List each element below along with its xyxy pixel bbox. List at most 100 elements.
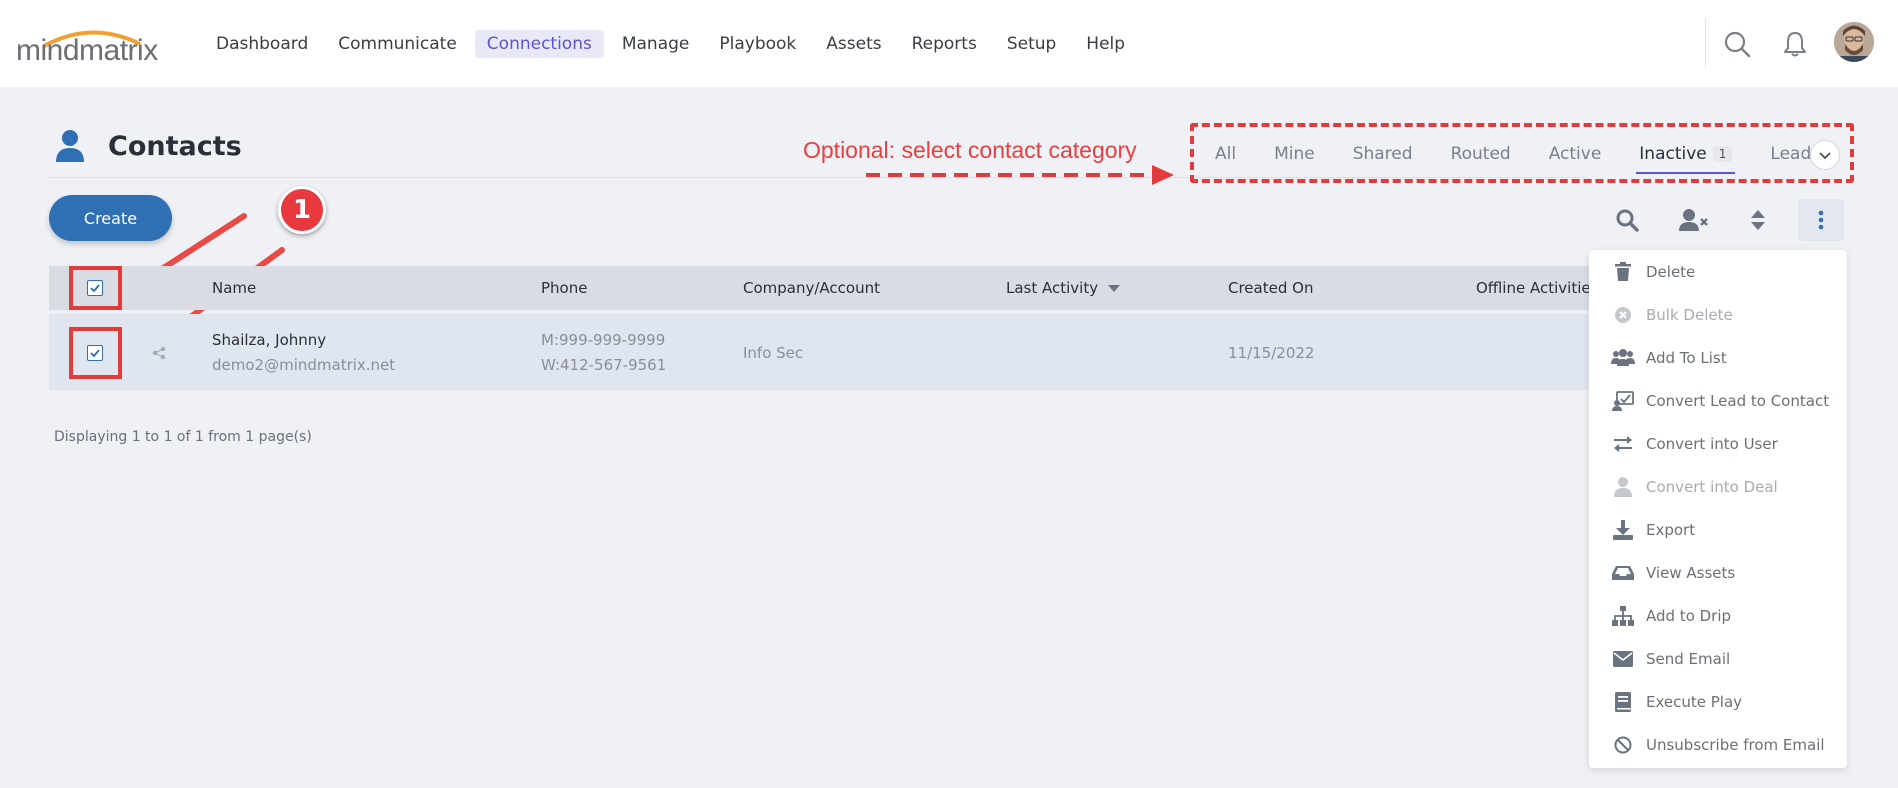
menu-item-label: Export xyxy=(1646,521,1696,539)
chevron-down-icon xyxy=(1819,152,1831,160)
menu-item-bulk-delete[interactable]: Bulk Delete xyxy=(1589,298,1847,332)
tab-label: Shared xyxy=(1352,144,1413,164)
column-header-phone[interactable]: Phone xyxy=(541,279,587,297)
menu-item-label: Convert into Deal xyxy=(1646,478,1778,496)
menu-item-convert-into-deal[interactable]: Convert into Deal xyxy=(1589,470,1847,504)
tab-label: Mine xyxy=(1274,144,1315,164)
tab-all[interactable]: All xyxy=(1196,130,1255,178)
tab-routed[interactable]: Routed xyxy=(1432,130,1530,178)
tab-mine[interactable]: Mine xyxy=(1255,130,1334,178)
menu-item-label: View Assets xyxy=(1646,564,1736,582)
convert-icon xyxy=(1611,389,1635,413)
contact-phone-work: W:412-567-9561 xyxy=(541,356,667,374)
menu-item-label: Execute Play xyxy=(1646,693,1743,711)
nav-item-manage[interactable]: Manage xyxy=(610,30,702,58)
page-title: Contacts xyxy=(108,130,242,162)
menu-item-label: Send Email xyxy=(1646,650,1731,668)
x-circle-icon xyxy=(1611,303,1635,327)
nav-item-dashboard[interactable]: Dashboard xyxy=(204,30,320,58)
menu-item-convert-lead-to-contact[interactable]: Convert Lead to Contact xyxy=(1589,384,1847,418)
search-icon xyxy=(1616,209,1639,232)
search-icon[interactable] xyxy=(1721,28,1753,60)
column-header-created-on[interactable]: Created On xyxy=(1228,279,1313,297)
menu-item-label: Add To List xyxy=(1646,349,1727,367)
user-avatar[interactable] xyxy=(1834,22,1874,62)
mindmatrix-logo[interactable]: mindmatrix xyxy=(16,26,161,67)
menu-item-send-email[interactable]: Send Email xyxy=(1589,642,1847,676)
menu-item-add-to-drip[interactable]: Add to Drip xyxy=(1589,599,1847,633)
contact-created-on: 11/15/2022 xyxy=(1228,344,1315,362)
menu-item-label: Unsubscribe from Email xyxy=(1646,736,1825,754)
sort-button[interactable] xyxy=(1735,199,1781,241)
column-header-company[interactable]: Company/Account xyxy=(743,279,880,297)
actions-dropdown-menu: Delete Bulk Delete Add To List Convert L… xyxy=(1589,250,1847,768)
book-icon xyxy=(1611,690,1635,714)
envelope-icon xyxy=(1611,647,1635,671)
pagination-summary: Displaying 1 to 1 of 1 from 1 page(s) xyxy=(54,429,312,445)
column-header-offline-activities[interactable]: Offline Activitie xyxy=(1476,279,1591,297)
nav-item-setup[interactable]: Setup xyxy=(995,30,1068,58)
topbar-divider xyxy=(1705,18,1706,68)
search-contacts-button[interactable] xyxy=(1604,199,1650,241)
inbox-icon xyxy=(1611,561,1635,585)
nav-item-communicate[interactable]: Communicate xyxy=(326,30,469,58)
tab-label: Routed xyxy=(1450,144,1511,164)
menu-item-execute-play[interactable]: Execute Play xyxy=(1589,685,1847,719)
tab-count-badge: 1 xyxy=(1712,146,1733,162)
menu-item-export[interactable]: Export xyxy=(1589,513,1847,547)
menu-item-label: Convert Lead to Contact xyxy=(1646,392,1830,410)
contact-name[interactable]: Shailza, Johnny xyxy=(212,331,326,349)
menu-item-unsubscribe-from-email[interactable]: Unsubscribe from Email xyxy=(1589,728,1847,762)
tab-shared[interactable]: Shared xyxy=(1334,130,1432,178)
select-all-highlight xyxy=(69,266,122,310)
nav-item-assets[interactable]: Assets xyxy=(814,30,893,58)
nav-item-playbook[interactable]: Playbook xyxy=(707,30,808,58)
table-row[interactable]: Shailza, Johnny demo2@mindmatrix.net M:9… xyxy=(49,314,1589,390)
user-icon xyxy=(1611,475,1635,499)
trash-icon xyxy=(1611,260,1635,284)
table-header: Name Phone Company/Account Last Activity… xyxy=(49,266,1591,310)
download-icon xyxy=(1611,518,1635,542)
dashed-arrow-icon xyxy=(866,165,1174,185)
menu-item-label: Bulk Delete xyxy=(1646,306,1733,324)
user-times-icon xyxy=(1679,209,1708,231)
contact-person-icon xyxy=(56,130,84,162)
contact-phone-mobile: M:999-999-9999 xyxy=(541,331,666,349)
main-nav: Dashboard Communicate Connections Manage… xyxy=(204,28,1143,60)
share-icon[interactable] xyxy=(152,346,166,360)
ban-icon xyxy=(1611,733,1635,757)
tabs-more-button[interactable] xyxy=(1810,140,1840,170)
menu-item-label: Add to Drip xyxy=(1646,607,1732,625)
nav-item-help[interactable]: Help xyxy=(1074,30,1137,58)
users-icon xyxy=(1611,346,1635,370)
column-header-name[interactable]: Name xyxy=(212,279,256,297)
tab-label: Inactive xyxy=(1639,144,1707,164)
vertical-dots-icon xyxy=(1818,210,1824,230)
tab-label: All xyxy=(1215,144,1237,164)
remove-user-button[interactable] xyxy=(1671,199,1717,241)
tab-inactive[interactable]: Inactive 1 xyxy=(1620,130,1751,178)
tab-label: Active xyxy=(1548,144,1602,164)
contact-email: demo2@mindmatrix.net xyxy=(212,356,396,374)
nav-item-reports[interactable]: Reports xyxy=(900,30,989,58)
more-actions-button[interactable] xyxy=(1798,199,1844,241)
sitemap-icon xyxy=(1611,604,1635,628)
menu-item-label: Delete xyxy=(1646,263,1696,281)
menu-item-delete[interactable]: Delete xyxy=(1589,255,1847,289)
page-header: Contacts xyxy=(54,126,242,166)
logo-text: mindmatrix xyxy=(16,34,158,67)
tab-active[interactable]: Active xyxy=(1530,130,1621,178)
sort-desc-icon xyxy=(1108,285,1120,292)
sort-icon xyxy=(1751,210,1765,230)
menu-item-view-assets[interactable]: View Assets xyxy=(1589,556,1847,590)
column-header-last-activity[interactable]: Last Activity xyxy=(1006,279,1098,297)
menu-item-convert-into-user[interactable]: Convert into User xyxy=(1589,427,1847,461)
top-navigation-bar: mindmatrix Dashboard Communicate Connect… xyxy=(0,0,1898,87)
bell-icon[interactable] xyxy=(1779,28,1811,60)
contact-company: Info Sec xyxy=(743,344,804,362)
nav-item-connections[interactable]: Connections xyxy=(474,30,604,58)
swap-arrows-icon xyxy=(1611,432,1635,456)
row-checkbox-highlight xyxy=(69,327,122,379)
category-tabs: All Mine Shared Routed Active Inactive 1 … xyxy=(1196,130,1839,178)
menu-item-add-to-list[interactable]: Add To List xyxy=(1589,341,1847,375)
